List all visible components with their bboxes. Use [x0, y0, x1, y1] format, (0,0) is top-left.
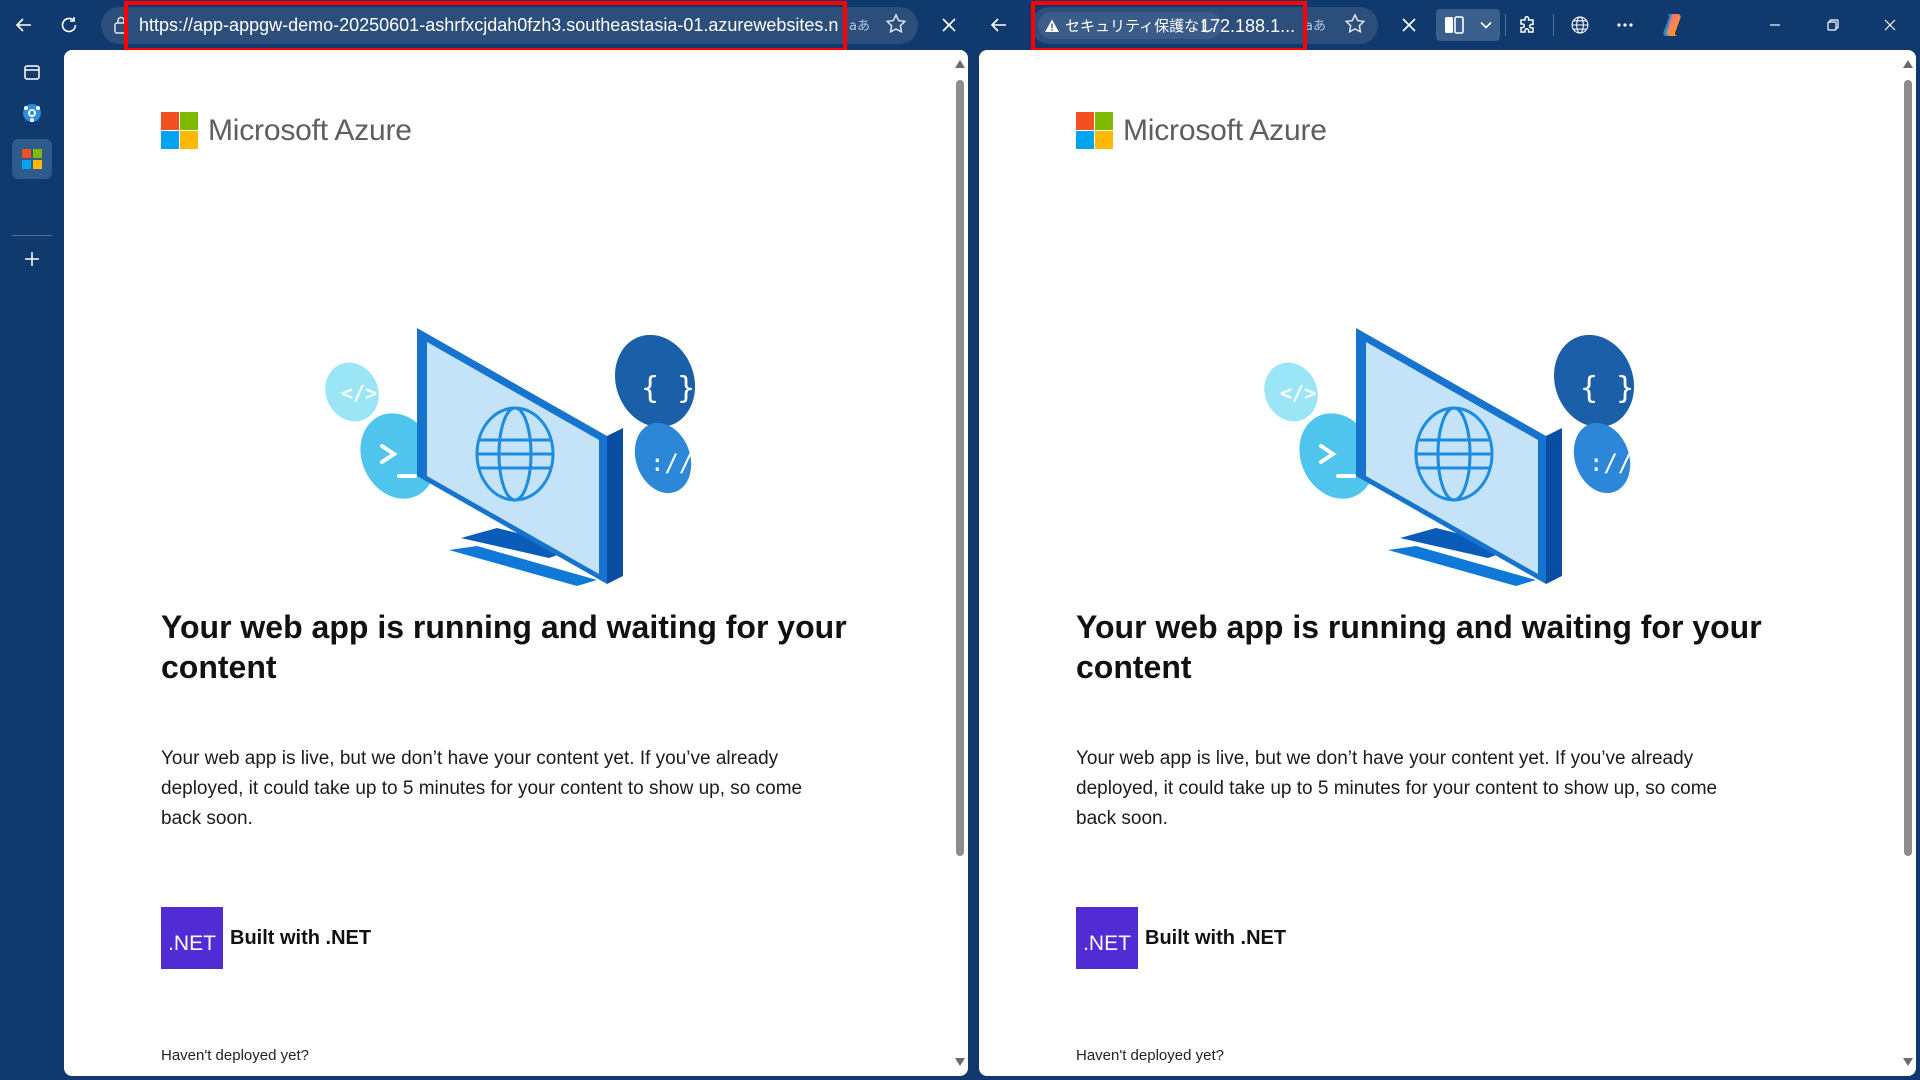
havent-deployed-heading: Haven't deployed yet? [1076, 1047, 1224, 1064]
split-screen-button[interactable] [1436, 9, 1500, 41]
close-left-pane-button[interactable] [931, 7, 967, 43]
vertical-tab-rail [0, 50, 64, 1080]
read-aloud-icon[interactable]: aあ [1305, 15, 1326, 34]
scroll-up-arrow-icon[interactable] [1903, 60, 1913, 68]
svg-text:</>: </> [341, 381, 377, 405]
left-browser-pane: Microsoft Azure </> { } :// Your web app… [64, 50, 968, 1076]
tab-actions-button[interactable] [12, 52, 52, 92]
puzzle-extensions-icon [1520, 15, 1534, 33]
toolbar-separator [1553, 14, 1554, 36]
scroll-up-arrow-icon[interactable] [955, 60, 965, 68]
page-body-text: Your web app is live, but we don’t have … [161, 748, 803, 829]
globe-icon [1571, 16, 1589, 34]
back-arrow-icon [990, 18, 1006, 32]
restore-button[interactable] [1815, 7, 1851, 43]
built-with-net-label: Built with .NET [1145, 926, 1287, 949]
window-close-button[interactable] [1872, 7, 1908, 43]
plus-icon [25, 252, 39, 266]
ellipsis-icon [1617, 23, 1633, 27]
close-icon [942, 18, 956, 32]
brand-name: Microsoft Azure [1123, 113, 1327, 147]
tab-actions-icon [24, 65, 40, 80]
brand-name: Microsoft Azure [208, 113, 412, 147]
more-options-button[interactable] [1607, 7, 1643, 43]
split-screen-icon [1436, 9, 1472, 41]
scroll-thumb[interactable] [956, 80, 964, 856]
favorite-star-icon[interactable] [1343, 12, 1367, 36]
page-headline: Your web app is running and waiting for … [1076, 609, 1762, 685]
page-body-text: Your web app is live, but we don’t have … [1076, 748, 1718, 829]
back-arrow-icon [15, 18, 31, 32]
warning-triangle-icon [1045, 19, 1059, 32]
toolbar-separator [1505, 14, 1506, 36]
svg-text:{ }: { } [641, 371, 695, 406]
favorite-star-icon[interactable] [884, 12, 908, 36]
back-button[interactable] [6, 7, 42, 43]
refresh-button[interactable] [51, 7, 87, 43]
rail-divider [12, 235, 52, 236]
browser-toolbar: https://app-appgw-demo-20250601-ashrfxcj… [0, 0, 1920, 52]
close-icon [1884, 19, 1896, 31]
svg-text:</>: </> [1280, 381, 1316, 405]
vertical-scrollbar[interactable] [1900, 50, 1916, 1076]
restore-icon [1827, 19, 1839, 31]
copilot-icon[interactable] [1656, 9, 1688, 41]
scroll-down-arrow-icon[interactable] [955, 1058, 965, 1066]
close-right-pane-button[interactable] [1391, 7, 1427, 43]
url-text-left[interactable]: https://app-appgw-demo-20250601-ashrfxcj… [139, 13, 839, 37]
microsoft-logo-icon [22, 149, 42, 169]
microsoft-logo-icon [161, 112, 198, 149]
browser-essentials-button[interactable] [1562, 7, 1598, 43]
web-app-illustration: </> { } :// [1264, 328, 1634, 586]
microsoft-azure-logo: Microsoft Azure [1076, 112, 1327, 149]
chevron-down-icon [1472, 9, 1500, 41]
extensions-button[interactable] [1510, 7, 1546, 43]
svg-text:://: :// [1589, 449, 1632, 477]
built-with-net: .NET Built with .NET [161, 907, 371, 969]
scroll-down-arrow-icon[interactable] [1903, 1058, 1913, 1066]
lock-icon[interactable] [112, 15, 130, 35]
tab-azure-portal[interactable] [12, 93, 52, 133]
back-button-right[interactable] [981, 7, 1017, 43]
scroll-thumb[interactable] [1904, 80, 1912, 856]
svg-text:://: :// [650, 449, 693, 477]
not-secure-badge[interactable]: セキュリティ保護なし [1038, 12, 1223, 39]
web-app-illustration: </> { } :// [325, 328, 695, 586]
right-browser-pane: Microsoft Azure </> { } :// Your web app… [979, 50, 1916, 1076]
havent-deployed-heading: Haven't deployed yet? [161, 1047, 309, 1064]
page-headline: Your web app is running and waiting for … [161, 609, 847, 685]
new-tab-button[interactable] [12, 239, 52, 279]
built-with-net: .NET Built with .NET [1076, 907, 1286, 969]
azure-app-icon [23, 104, 41, 122]
built-with-net-label: Built with .NET [230, 926, 372, 949]
dotnet-logo: .NET [161, 907, 223, 969]
close-icon [1402, 18, 1416, 32]
vertical-scrollbar[interactable] [952, 50, 968, 1076]
dotnet-logo: .NET [1076, 907, 1138, 969]
minimize-button[interactable] [1757, 7, 1793, 43]
microsoft-logo-icon [1076, 112, 1113, 149]
refresh-icon [61, 17, 77, 33]
minimize-icon [1770, 24, 1780, 26]
read-aloud-icon[interactable]: aあ [849, 15, 870, 34]
tab-microsoft-azure[interactable] [12, 139, 52, 179]
url-text-right[interactable]: 172.188.1... [1200, 14, 1295, 38]
microsoft-azure-logo: Microsoft Azure [161, 112, 412, 149]
not-secure-label: セキュリティ保護なし [1065, 17, 1215, 35]
svg-text:{ }: { } [1580, 371, 1634, 406]
